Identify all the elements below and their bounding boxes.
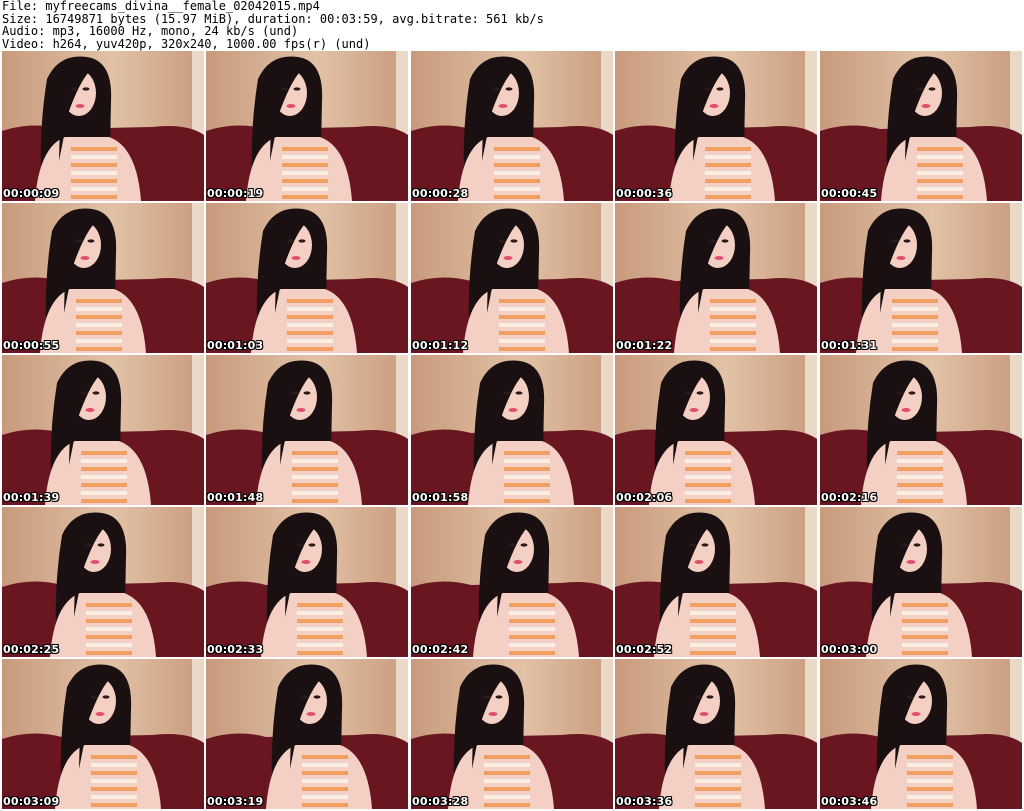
video-thumbnail: 00:02:33: [206, 507, 408, 657]
video-frame-image: [820, 203, 1022, 353]
video-thumbnail: 00:00:36: [615, 51, 817, 201]
video-frame-image: [615, 659, 817, 809]
video-thumbnail: 00:00:19: [206, 51, 408, 201]
video-frame-image: [411, 355, 613, 505]
video-thumbnail: 00:03:00: [820, 507, 1022, 657]
video-thumbnail: 00:02:25: [2, 507, 204, 657]
video-thumbnail: 00:01:03: [206, 203, 408, 353]
video-frame-image: [206, 203, 408, 353]
video-frame-image: [411, 51, 613, 201]
thumbnail-timestamp: 00:01:12: [412, 339, 469, 352]
video-thumbnail: 00:03:36: [615, 659, 817, 809]
thumbnail-timestamp: 00:01:48: [207, 491, 264, 504]
video-frame-image: [615, 507, 817, 657]
video-thumbnail: 00:02:16: [820, 355, 1022, 505]
video-frame-image: [2, 507, 204, 657]
video-frame-image: [206, 507, 408, 657]
thumbnail-timestamp: 00:03:46: [821, 795, 878, 808]
video-thumbnail: 00:01:48: [206, 355, 408, 505]
thumbnail-timestamp: 00:00:09: [3, 187, 60, 200]
video-thumbnail: 00:01:58: [411, 355, 613, 505]
video-thumbnail: 00:03:46: [820, 659, 1022, 809]
thumbnail-timestamp: 00:01:58: [412, 491, 469, 504]
thumbnail-timestamp: 00:02:16: [821, 491, 878, 504]
video-frame-image: [615, 203, 817, 353]
video-frame-image: [615, 51, 817, 201]
video-frame-image: [820, 51, 1022, 201]
video-info-line: Video: h264, yuv420p, 320x240, 1000.00 f…: [2, 36, 371, 51]
video-frame-image: [411, 659, 613, 809]
video-frame-image: [2, 203, 204, 353]
video-thumbnail: 00:01:12: [411, 203, 613, 353]
video-thumbnail: 00:00:45: [820, 51, 1022, 201]
thumbnail-timestamp: 00:03:28: [412, 795, 469, 808]
video-frame-image: [2, 659, 204, 809]
thumbnail-timestamp: 00:00:36: [616, 187, 673, 200]
thumbnail-timestamp: 00:00:28: [412, 187, 469, 200]
video-frame-image: [206, 355, 408, 505]
video-thumbnail: 00:03:28: [411, 659, 613, 809]
thumbnail-timestamp: 00:00:19: [207, 187, 264, 200]
thumbnail-timestamp: 00:01:03: [207, 339, 264, 352]
video-frame-image: [206, 659, 408, 809]
video-frame-image: [820, 355, 1022, 505]
video-frame-image: [2, 355, 204, 505]
video-frame-image: [615, 355, 817, 505]
thumbnail-timestamp: 00:02:52: [616, 643, 673, 656]
thumbnail-timestamp: 00:00:45: [821, 187, 878, 200]
video-thumbnail: 00:00:28: [411, 51, 613, 201]
thumbnail-timestamp: 00:00:55: [3, 339, 60, 352]
thumbnail-timestamp: 00:02:25: [3, 643, 60, 656]
video-thumbnail: 00:01:22: [615, 203, 817, 353]
video-thumbnail: 00:01:31: [820, 203, 1022, 353]
video-thumbnail: 00:01:39: [2, 355, 204, 505]
thumbnail-timestamp: 00:03:19: [207, 795, 264, 808]
thumbnail-timestamp: 00:03:36: [616, 795, 673, 808]
video-frame-image: [411, 203, 613, 353]
video-frame-image: [820, 507, 1022, 657]
thumbnail-timestamp: 00:03:09: [3, 795, 60, 808]
video-thumbnail: 00:00:55: [2, 203, 204, 353]
audio-info-line: Audio: mp3, 16000 Hz, mono, 24 kb/s (und…: [2, 24, 299, 38]
thumbnail-timestamp: 00:02:33: [207, 643, 264, 656]
thumbnail-grid: 00:00:09 00:00:19 00:00:28 00:00:36 00:00:45…: [2, 51, 1022, 811]
video-frame-image: [411, 507, 613, 657]
video-thumbnail: 00:02:42: [411, 507, 613, 657]
file-name-line: File: myfreecams_divina__female_02042015…: [2, 0, 320, 13]
video-thumbnail: 00:02:52: [615, 507, 817, 657]
video-thumbnail: 00:02:06: [615, 355, 817, 505]
video-thumbnail: 00:03:09: [2, 659, 204, 809]
thumbnail-timestamp: 00:02:42: [412, 643, 469, 656]
video-frame-image: [206, 51, 408, 201]
video-thumbnail: 00:03:19: [206, 659, 408, 809]
file-info-header: File: myfreecams_divina__female_02042015…: [2, 0, 1022, 50]
video-frame-image: [820, 659, 1022, 809]
thumbnail-timestamp: 00:02:06: [616, 491, 673, 504]
video-frame-image: [2, 51, 204, 201]
thumbnail-timestamp: 00:03:00: [821, 643, 878, 656]
video-thumbnail: 00:00:09: [2, 51, 204, 201]
thumbnail-timestamp: 00:01:22: [616, 339, 673, 352]
thumbnail-timestamp: 00:01:39: [3, 491, 60, 504]
thumbnail-timestamp: 00:01:31: [821, 339, 878, 352]
